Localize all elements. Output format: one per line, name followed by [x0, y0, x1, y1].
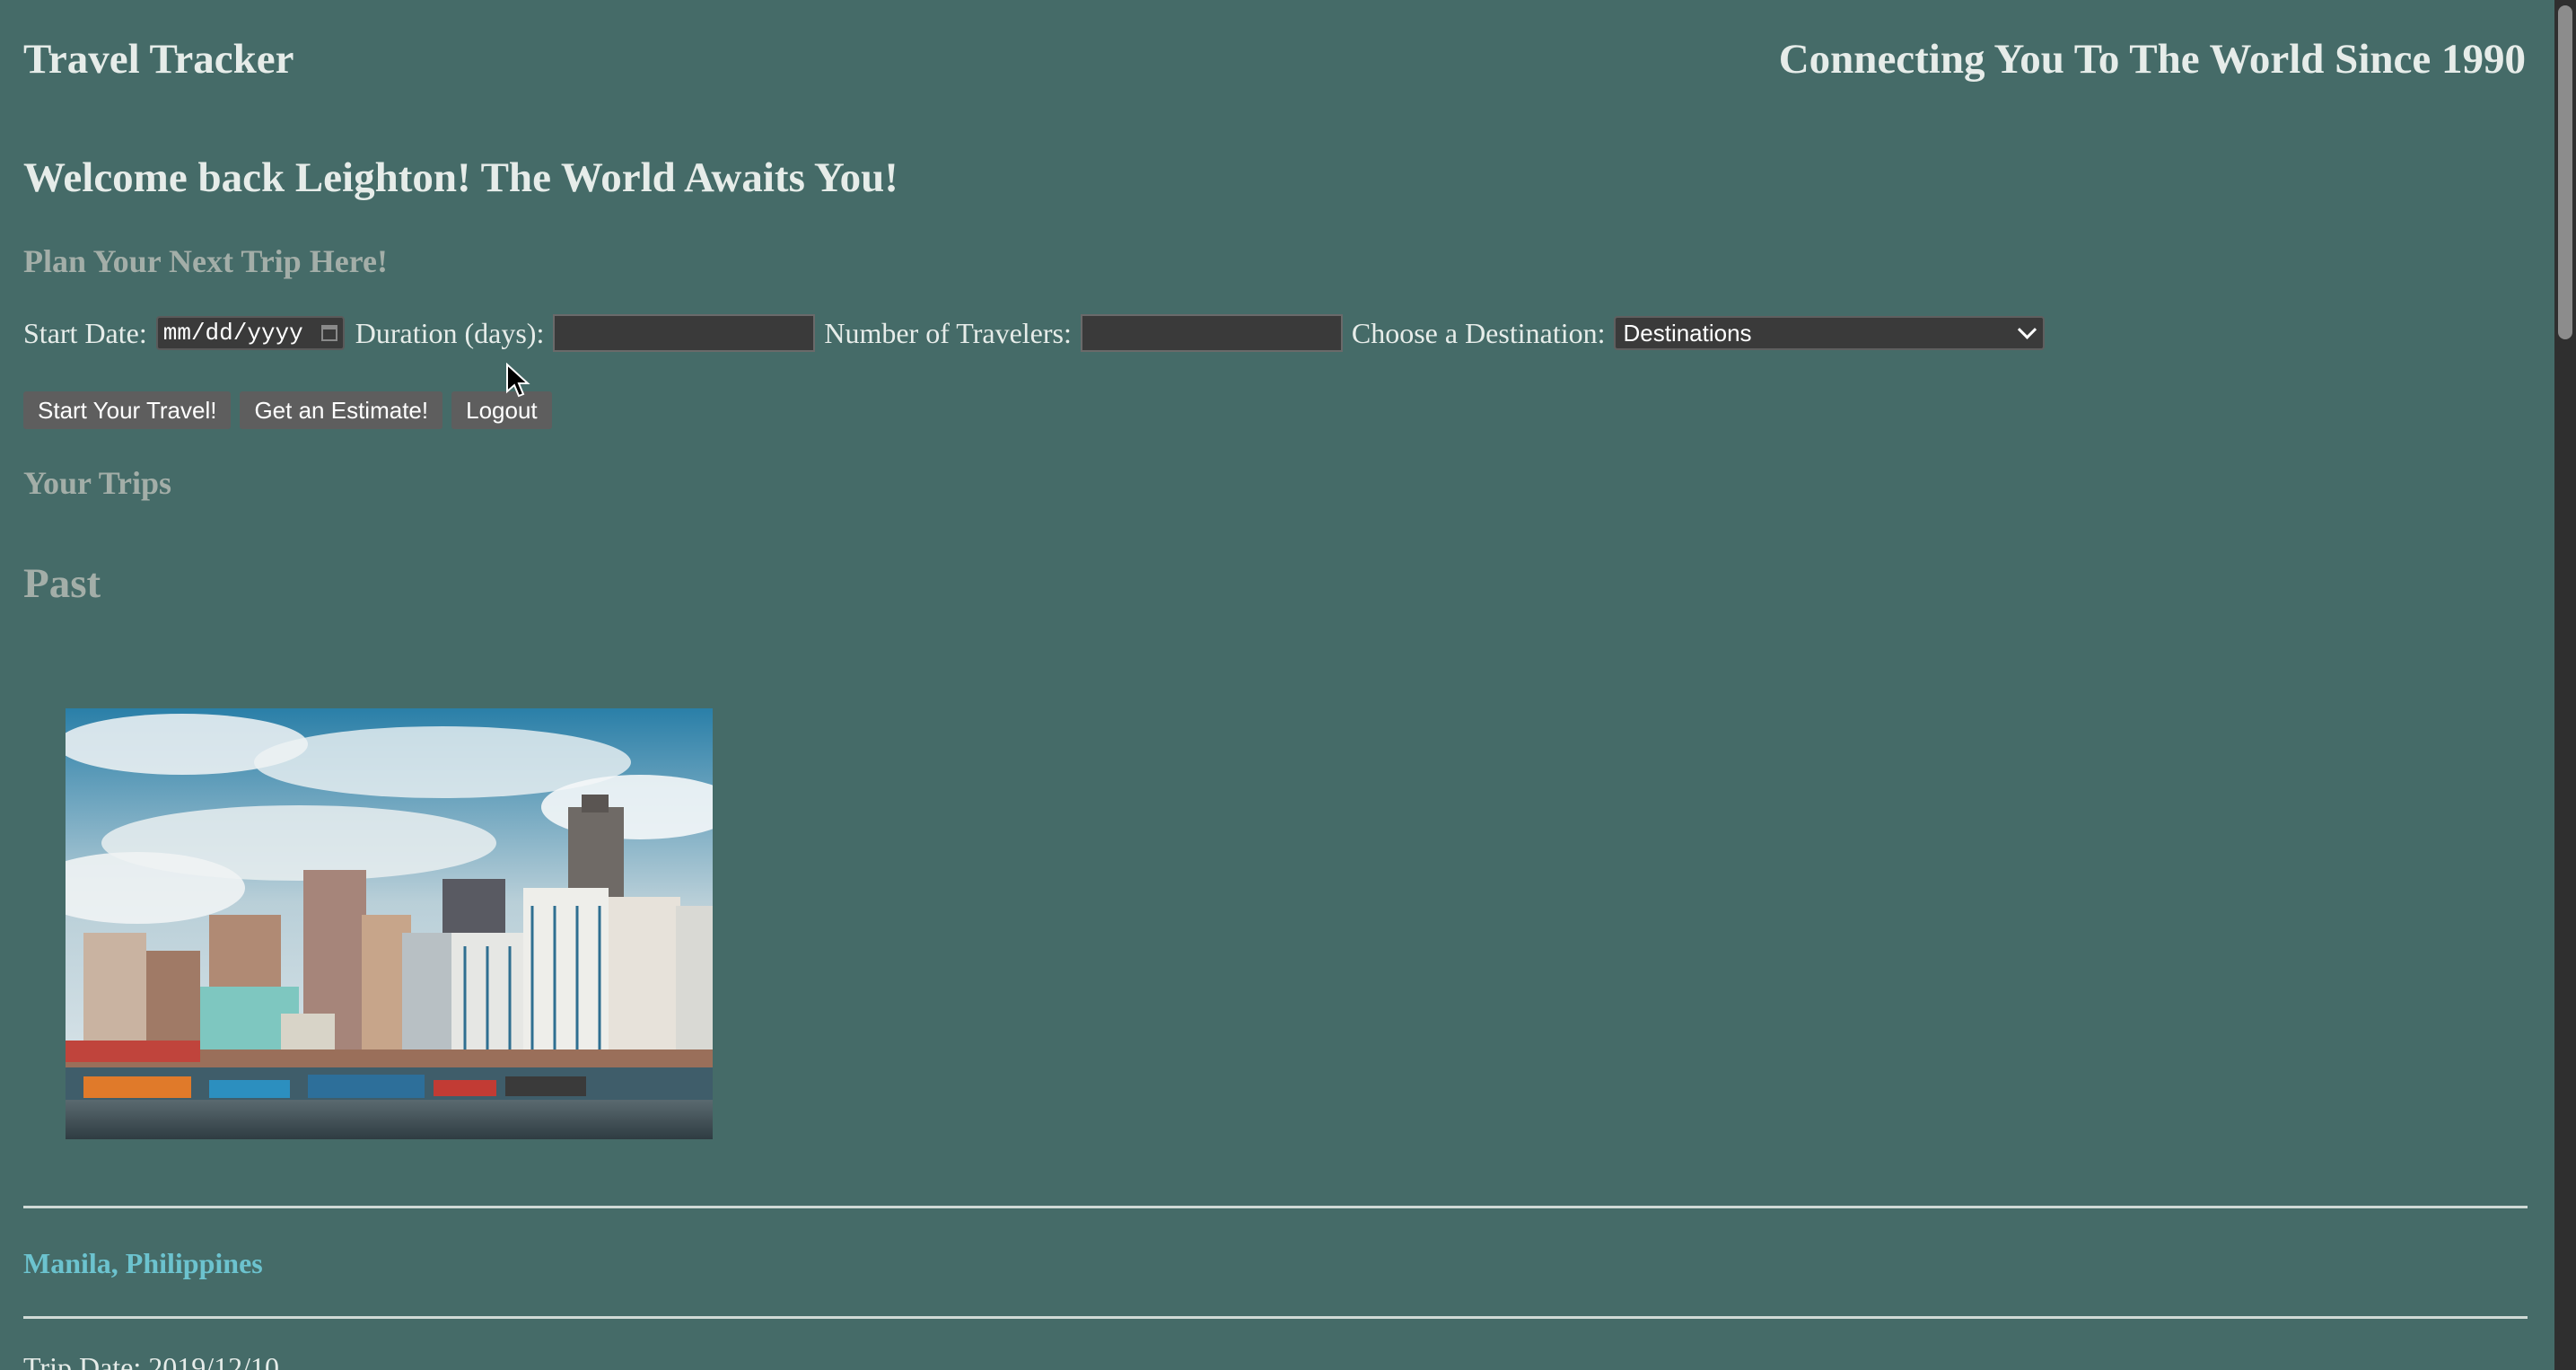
past-trips-heading: Past — [23, 560, 101, 607]
plan-trip-heading: Plan Your Next Trip Here! — [23, 243, 388, 279]
brand-title: Travel Tracker — [23, 36, 294, 83]
welcome-message: Welcome back Leighton! The World Awaits … — [23, 154, 898, 201]
start-travel-button[interactable]: Start Your Travel! — [23, 391, 232, 429]
trip-destination[interactable]: Manila, Philippines — [23, 1243, 263, 1284]
tagline: Connecting You To The World Since 1990 — [1778, 36, 2526, 83]
scrollbar[interactable] — [2554, 0, 2576, 1370]
logout-button[interactable]: Logout — [451, 391, 552, 429]
your-trips-heading: Your Trips — [23, 465, 172, 501]
travelers-label: Number of Travelers: — [824, 316, 1072, 349]
calendar-icon[interactable] — [320, 325, 337, 341]
scrollbar-thumb[interactable] — [2558, 5, 2572, 339]
top-bar: Travel Tracker Connecting You To The Wor… — [23, 32, 2526, 86]
manila-city-photo — [66, 708, 713, 1139]
start-date-input[interactable]: mm/dd/yyyy — [155, 316, 345, 350]
duration-label: Duration (days): — [355, 316, 545, 349]
trip-divider-bottom — [23, 1316, 2528, 1319]
action-buttons: Start Your Travel! Get an Estimate! Logo… — [23, 391, 552, 429]
start-date-label: Start Date: — [23, 316, 147, 349]
travelers-input[interactable] — [1080, 314, 1343, 352]
page: Travel Tracker Connecting You To The Wor… — [0, 0, 2576, 1370]
start-date-placeholder: mm/dd/yyyy — [162, 320, 303, 347]
trip-date: Trip Date: 2019/12/10 — [23, 1351, 280, 1370]
chevron-down-icon — [2018, 320, 2037, 339]
duration-input[interactable] — [553, 314, 816, 352]
get-estimate-button[interactable]: Get an Estimate! — [240, 391, 443, 429]
trip-form: Start Date: mm/dd/yyyy Duration (days): … — [23, 314, 2046, 352]
destination-label: Choose a Destination: — [1351, 316, 1606, 349]
trip-divider-top — [23, 1206, 2528, 1208]
destination-selected-value: Destinations — [1623, 319, 1752, 347]
mouse-cursor-icon — [506, 363, 530, 398]
destination-select[interactable]: Destinations — [1614, 316, 2046, 350]
